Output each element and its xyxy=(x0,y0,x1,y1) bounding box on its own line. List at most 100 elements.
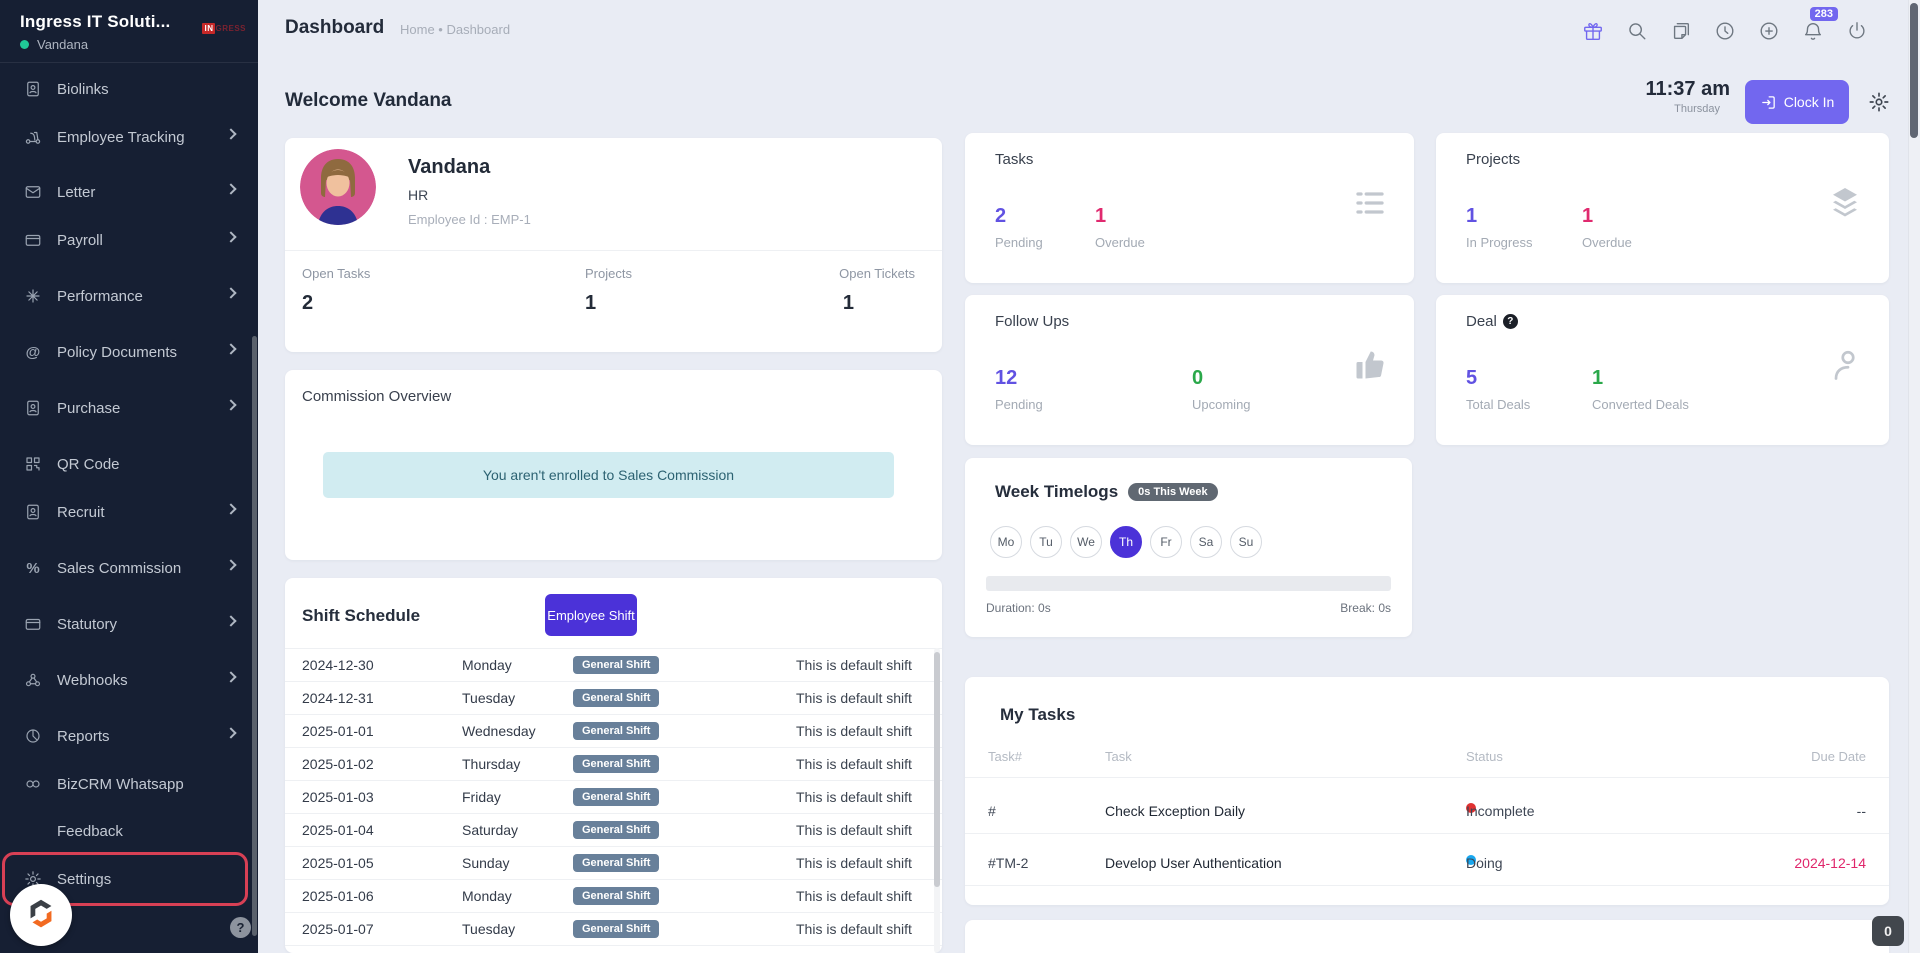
sidebar-item-purchase[interactable]: Purchase xyxy=(0,388,258,428)
clock-in-button[interactable]: Clock In xyxy=(1745,80,1849,124)
shift-badge: General Shift xyxy=(573,788,659,806)
avatar[interactable] xyxy=(300,149,376,225)
day-pill-we[interactable]: We xyxy=(1070,526,1102,558)
shift-badge: General Shift xyxy=(573,920,659,938)
current-time: 11:37 am Thursday xyxy=(1630,78,1730,115)
percent-icon: % xyxy=(24,559,42,577)
shift-badge: General Shift xyxy=(573,689,659,707)
app-logo[interactable] xyxy=(10,884,72,946)
login-icon xyxy=(1760,94,1777,111)
sidebar-item-recruit[interactable]: Recruit xyxy=(0,492,258,532)
day-pill-sa[interactable]: Sa xyxy=(1190,526,1222,558)
breadcrumb[interactable]: Home • Dashboard xyxy=(400,22,510,37)
page-scrollbar-thumb[interactable] xyxy=(1910,3,1918,138)
followups-upcoming-label: Upcoming xyxy=(1192,397,1251,412)
tasks-stat-card[interactable]: Tasks 2 Pending 1 Overdue xyxy=(965,133,1414,283)
tasks-card-title: Tasks xyxy=(995,151,1033,168)
shift-row[interactable]: 2024-12-31TuesdayGeneral ShiftThis is de… xyxy=(285,681,942,714)
sidebar-header: Ingress IT Soluti... Vandana INGRESS xyxy=(0,0,258,63)
chevron-right-icon xyxy=(225,671,236,682)
sidebar-item-webhooks[interactable]: Webhooks xyxy=(0,660,258,700)
sidebar-item-label: QR Code xyxy=(57,456,120,473)
day-pill-fr[interactable]: Fr xyxy=(1150,526,1182,558)
employee-shift-button[interactable]: Employee Shift xyxy=(545,594,637,636)
projects-value: 1 xyxy=(585,292,596,315)
online-status-dot xyxy=(20,40,29,49)
projects-stat-card[interactable]: Projects 1 In Progress 1 Overdue xyxy=(1436,133,1889,283)
shift-row[interactable]: 2024-12-30MondayGeneral ShiftThis is def… xyxy=(285,648,942,681)
shift-badge: General Shift xyxy=(573,656,659,674)
chat-widget-badge[interactable]: 0 xyxy=(1872,916,1904,946)
page-scrollbar[interactable] xyxy=(1908,0,1920,953)
webhook-icon xyxy=(24,671,42,689)
gift-icon[interactable] xyxy=(1582,20,1604,42)
sidebar-item-performance[interactable]: Performance xyxy=(0,276,258,316)
col-task-id: Task# xyxy=(988,749,1022,764)
thumbs-up-icon xyxy=(1352,347,1388,383)
week-timelogs-title: Week Timelogs 0s This Week xyxy=(995,482,1218,502)
sidebar-item-statutory[interactable]: Statutory xyxy=(0,604,258,644)
shift-badge: General Shift xyxy=(573,821,659,839)
sidebar-item-biolinks[interactable]: Biolinks xyxy=(0,69,258,109)
commission-info-message: You aren't enrolled to Sales Commission xyxy=(323,452,894,498)
topbar: Dashboard Home • Dashboard 283 xyxy=(258,0,1908,63)
tasks-pending-label: Pending xyxy=(995,235,1043,250)
day-pill-su[interactable]: Su xyxy=(1230,526,1262,558)
search-icon[interactable] xyxy=(1626,20,1648,42)
sidebar-item-label: Policy Documents xyxy=(57,344,177,361)
shift-row[interactable]: 2025-01-01WednesdayGeneral ShiftThis is … xyxy=(285,714,942,747)
sidebar-item-reports[interactable]: Reports xyxy=(0,716,258,756)
sidebar-item-employee-tracking[interactable]: Employee Tracking xyxy=(0,117,258,157)
deal-stat-card[interactable]: Deal ? 5 Total Deals 1 Converted Deals xyxy=(1436,295,1889,445)
shift-table-scrollbar-thumb[interactable] xyxy=(934,652,940,887)
shift-badge: General Shift xyxy=(573,722,659,740)
open-tickets-value: 1 xyxy=(843,292,854,315)
help-icon[interactable]: ? xyxy=(230,917,251,938)
shift-row[interactable]: 2025-01-02ThursdayGeneral ShiftThis is d… xyxy=(285,747,942,780)
shift-row[interactable]: 2025-01-03FridayGeneral ShiftThis is def… xyxy=(285,780,942,813)
shift-row[interactable]: 2025-01-08WednesdayGeneral ShiftThis is … xyxy=(285,945,942,953)
chevron-right-icon xyxy=(225,183,236,194)
sidebar-item-feedback[interactable]: Feedback xyxy=(0,811,258,851)
sidebar-item-qr-code[interactable]: QR Code xyxy=(0,444,258,484)
sidebar-item-label: Employee Tracking xyxy=(57,129,185,146)
sidebar-item-label: Payroll xyxy=(57,232,103,249)
deal-converted-label: Converted Deals xyxy=(1592,397,1689,412)
sidebar-item-bizcrm-whatsapp[interactable]: BizCRM Whatsapp xyxy=(0,764,258,804)
projects-card-title: Projects xyxy=(1466,151,1520,168)
shift-row[interactable]: 2025-01-05SundayGeneral ShiftThis is def… xyxy=(285,846,942,879)
notification-count-badge: 283 xyxy=(1810,7,1838,21)
chevron-right-icon xyxy=(225,343,236,354)
sidebar-item-payroll[interactable]: Payroll xyxy=(0,220,258,260)
shift-row[interactable]: 2025-01-04SaturdayGeneral ShiftThis is d… xyxy=(285,813,942,846)
day-pill-tu[interactable]: Tu xyxy=(1030,526,1062,558)
chevron-right-icon xyxy=(225,559,236,570)
sidebar-item-letter[interactable]: Letter xyxy=(0,172,258,212)
sidebar-item-label: Performance xyxy=(57,288,143,305)
plus-circle-icon[interactable] xyxy=(1758,20,1780,42)
followups-stat-card[interactable]: Follow Ups 12 Pending 0 Upcoming xyxy=(965,295,1414,445)
dashboard-settings-gear-icon[interactable] xyxy=(1868,91,1890,113)
sidebar-item-policy-documents[interactable]: @ Policy Documents xyxy=(0,332,258,372)
shift-schedule-title: Shift Schedule xyxy=(302,606,420,626)
notes-icon[interactable] xyxy=(1670,20,1692,42)
sidebar-item-sales-commission[interactable]: % Sales Commission xyxy=(0,548,258,588)
day-pill-th-active[interactable]: Th xyxy=(1110,526,1142,558)
clock-icon[interactable] xyxy=(1714,20,1736,42)
deal-help-icon[interactable]: ? xyxy=(1503,314,1518,329)
chevron-right-icon xyxy=(225,287,236,298)
power-icon[interactable] xyxy=(1846,20,1868,42)
shift-row[interactable]: 2025-01-07TuesdayGeneral ShiftThis is de… xyxy=(285,912,942,945)
link-icon xyxy=(24,775,42,793)
bell-icon[interactable]: 283 xyxy=(1802,20,1824,42)
envelope-icon xyxy=(24,183,42,201)
followups-card-title: Follow Ups xyxy=(995,313,1069,330)
day-pill-mo[interactable]: Mo xyxy=(990,526,1022,558)
projects-inprogress-label: In Progress xyxy=(1466,235,1532,250)
chevron-right-icon xyxy=(225,231,236,242)
shift-row[interactable]: 2025-01-06MondayGeneral ShiftThis is def… xyxy=(285,879,942,912)
sidebar-scrollbar[interactable] xyxy=(252,336,257,936)
id-card-icon xyxy=(24,503,42,521)
sidebar-item-label: Sales Commission xyxy=(57,560,181,577)
pie-chart-icon xyxy=(24,727,42,745)
